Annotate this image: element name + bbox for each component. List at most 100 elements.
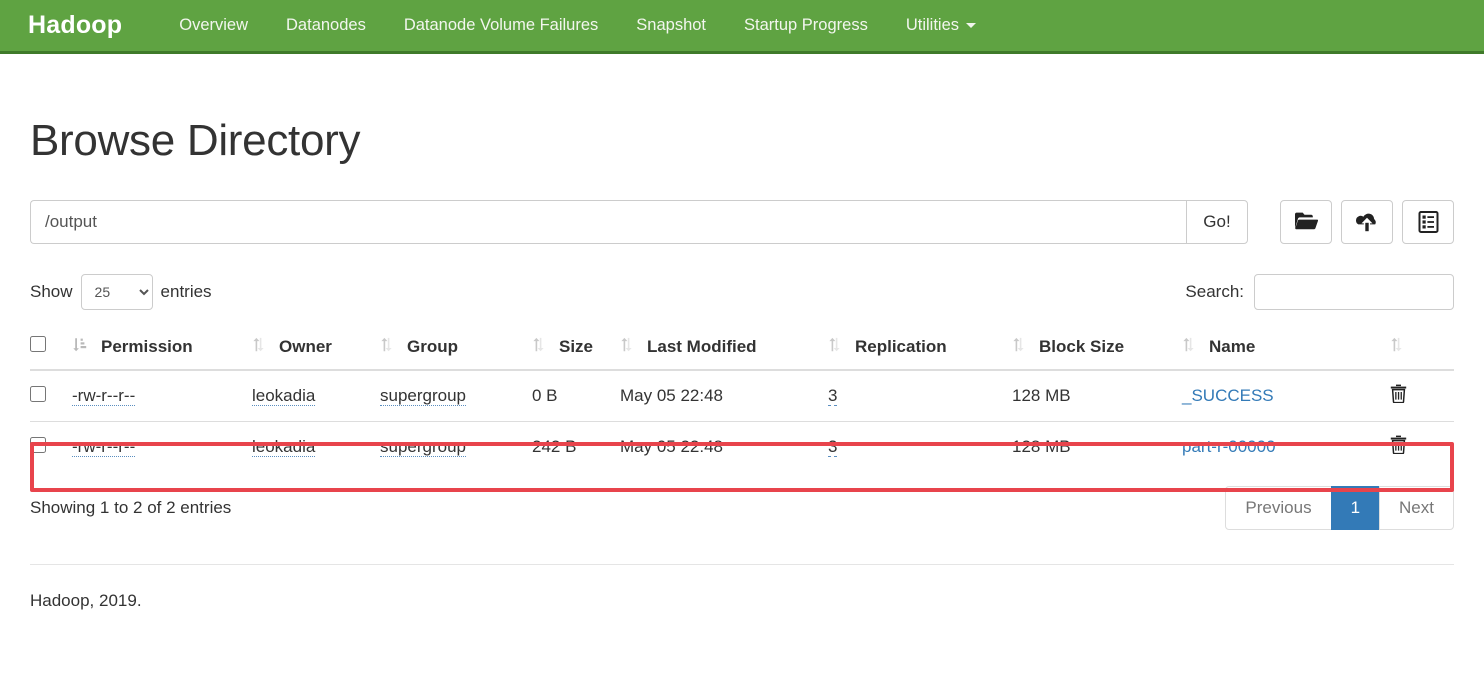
row-last-modified-cell: May 05 22:48 (620, 386, 724, 405)
trash-icon (1390, 384, 1407, 403)
nav-item-overview-label: Overview (179, 16, 249, 34)
nav-item-snapshot-label: Snapshot (636, 16, 707, 34)
group-value[interactable]: supergroup (380, 386, 467, 406)
sort-amount-icon (72, 337, 87, 357)
main-container: Browse Directory Go! (0, 116, 1484, 611)
table-info: Showing 1 to 2 of 2 entries (30, 498, 232, 517)
clipboard-list-icon (1418, 211, 1438, 233)
delete-file-button[interactable] (1390, 384, 1407, 403)
nav-item-datanode-volume-failures[interactable]: Datanode Volume Failures (385, 16, 617, 35)
sort-icon (252, 337, 265, 357)
table-footer: Showing 1 to 2 of 2 entries Previous 1 N… (30, 486, 1454, 530)
row-name-cell: _SUCCESS (1182, 370, 1390, 422)
replication-value[interactable]: 3 (828, 386, 838, 406)
path-input-group: Go! (30, 200, 1248, 244)
sort-icon (1182, 337, 1195, 357)
header-size[interactable]: Size (532, 326, 620, 371)
row-replication-cell: 3 (828, 421, 1012, 472)
new-directory-button[interactable] (1280, 200, 1332, 244)
row-block-size-cell: 128 MB (1012, 386, 1071, 405)
header-permission-label: Permission (101, 336, 193, 356)
select-all-checkbox[interactable] (30, 336, 46, 352)
replication-value[interactable]: 3 (828, 437, 838, 457)
nav-item-datanodes-label: Datanodes (286, 16, 366, 34)
show-label: Show (30, 282, 73, 301)
row-owner-cell: leokadia (252, 370, 380, 422)
file-name-link[interactable]: part-r-00000 (1182, 437, 1276, 456)
pagination-previous[interactable]: Previous (1225, 486, 1332, 530)
table-row[interactable]: -rw-r--r-- leokadia supergroup 242 B May… (30, 421, 1454, 472)
file-name-link[interactable]: _SUCCESS (1182, 386, 1274, 405)
upload-files-button[interactable] (1341, 200, 1393, 244)
owner-value[interactable]: leokadia (252, 437, 316, 457)
header-group[interactable]: Group (380, 326, 532, 371)
delete-file-button[interactable] (1390, 435, 1407, 454)
go-button[interactable]: Go! (1186, 200, 1248, 244)
nav-item-utilities[interactable]: Utilities (887, 16, 995, 35)
permission-value[interactable]: -rw-r--r-- (72, 437, 136, 457)
group-value[interactable]: supergroup (380, 437, 467, 457)
table-row[interactable]: -rw-r--r-- leokadia supergroup 0 B May 0… (30, 370, 1454, 422)
files-table-head: Permission Owner Group Size Last Modifie… (30, 326, 1454, 371)
row-replication-cell: 3 (828, 370, 1012, 422)
header-group-label: Group (407, 336, 458, 356)
pagination: Previous 1 Next (1225, 486, 1454, 530)
header-last-modified-label: Last Modified (647, 336, 757, 356)
brand-logo[interactable]: Hadoop (28, 11, 122, 40)
row-size-cell: 0 B (532, 386, 558, 405)
pagination-next[interactable]: Next (1379, 486, 1454, 530)
header-replication[interactable]: Replication (828, 326, 1012, 371)
nav-item-snapshot[interactable]: Snapshot (617, 16, 725, 35)
row-permission-cell: -rw-r--r-- (72, 421, 252, 472)
table-controls: Show 25 50 100 entries Search: (30, 274, 1454, 310)
row-block-size-cell: 128 MB (1012, 421, 1182, 472)
page-length-select[interactable]: 25 50 100 (80, 274, 153, 310)
header-actions (1390, 326, 1454, 371)
row-checkbox-cell (30, 421, 72, 472)
nav-links: Overview Datanodes Datanode Volume Failu… (160, 16, 995, 35)
row-checkbox-cell (30, 370, 72, 422)
row-actions-cell (1390, 370, 1454, 422)
header-name[interactable]: Name (1182, 326, 1390, 371)
footer-divider (30, 564, 1454, 565)
header-owner-label: Owner (279, 336, 332, 356)
header-replication-label: Replication (855, 336, 947, 356)
permission-value[interactable]: -rw-r--r-- (72, 386, 136, 406)
cut-paste-button[interactable] (1402, 200, 1454, 244)
page-title: Browse Directory (30, 116, 361, 165)
nav-item-overview[interactable]: Overview (160, 16, 267, 35)
header-owner[interactable]: Owner (252, 326, 380, 371)
cloud-upload-icon (1355, 213, 1376, 231)
header-last-modified[interactable]: Last Modified (620, 326, 828, 371)
top-navbar: Hadoop Overview Datanodes Datanode Volum… (0, 0, 1484, 54)
nav-item-datanodes[interactable]: Datanodes (267, 16, 385, 35)
entries-label: entries (160, 282, 212, 301)
trash-icon (1390, 435, 1407, 454)
header-block-size[interactable]: Block Size (1012, 326, 1182, 371)
row-last-modified-cell: May 05 22:48 (620, 421, 828, 472)
page-length-control: Show 25 50 100 entries (30, 274, 212, 310)
row-actions-cell (1390, 421, 1454, 472)
header-name-label: Name (1209, 336, 1256, 356)
files-table: Permission Owner Group Size Last Modifie… (30, 326, 1454, 472)
row-checkbox[interactable] (30, 385, 46, 402)
row-size-cell: 242 B (532, 421, 620, 472)
sort-icon (620, 337, 633, 357)
nav-item-utilities-label: Utilities (905, 16, 960, 34)
owner-value[interactable]: leokadia (252, 386, 316, 406)
search-label: Search: (1185, 282, 1244, 301)
nav-item-startup-progress-label: Startup Progress (744, 16, 868, 34)
sort-icon (828, 337, 841, 357)
header-select-all (30, 326, 72, 371)
pagination-page-1[interactable]: 1 (1330, 486, 1381, 530)
nav-item-startup-progress[interactable]: Startup Progress (725, 16, 887, 35)
chevron-down-icon (966, 23, 977, 29)
search-control: Search: (1185, 274, 1454, 310)
row-group-cell: supergroup (380, 421, 532, 472)
path-input[interactable] (30, 200, 1186, 244)
header-permission[interactable]: Permission (72, 326, 252, 371)
footer-copyright: Hadoop, 2019. (30, 591, 142, 610)
files-table-body: -rw-r--r-- leokadia supergroup 0 B May 0… (30, 370, 1454, 472)
search-input[interactable] (1254, 274, 1454, 310)
row-checkbox[interactable] (30, 436, 46, 453)
